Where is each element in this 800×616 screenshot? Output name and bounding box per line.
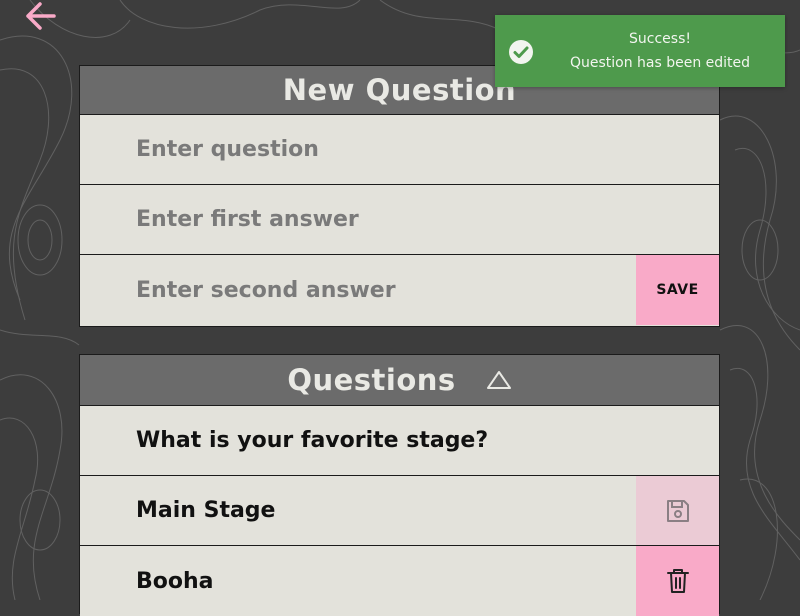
back-button[interactable] — [22, 0, 58, 32]
save-button[interactable]: SAVE — [636, 255, 719, 325]
check-circle-icon — [509, 40, 533, 64]
question-text: What is your favorite stage? — [136, 428, 489, 453]
success-toast: Success! Question has been edited — [495, 15, 785, 87]
question-row — [80, 115, 719, 185]
questions-panel: Questions What is your favorite stage? M… — [79, 354, 720, 616]
answer-row: Main Stage — [80, 476, 719, 546]
collapse-triangle-icon — [486, 371, 511, 389]
questions-header: Questions — [80, 355, 719, 406]
toast-message: Question has been edited — [569, 55, 751, 71]
save-answer-button[interactable] — [636, 476, 719, 545]
answer-text: Main Stage — [136, 498, 276, 523]
question-text-row: What is your favorite stage? — [80, 406, 719, 476]
first-answer-input[interactable] — [80, 185, 719, 254]
question-input[interactable] — [80, 115, 719, 184]
delete-answer-button[interactable] — [636, 546, 719, 616]
trash-icon — [666, 569, 689, 593]
questions-title: Questions — [287, 363, 456, 397]
second-answer-row: SAVE — [80, 255, 719, 325]
save-disk-icon — [666, 499, 689, 522]
answer-text: Booha — [136, 568, 214, 594]
back-arrow-icon — [26, 2, 56, 30]
toast-title: Success! — [629, 31, 691, 47]
new-question-panel: New Question SAVE — [79, 65, 720, 327]
second-answer-input[interactable] — [80, 255, 636, 325]
collapse-toggle[interactable] — [486, 370, 512, 390]
answer-row: Booha — [80, 546, 719, 616]
first-answer-row — [80, 185, 719, 255]
